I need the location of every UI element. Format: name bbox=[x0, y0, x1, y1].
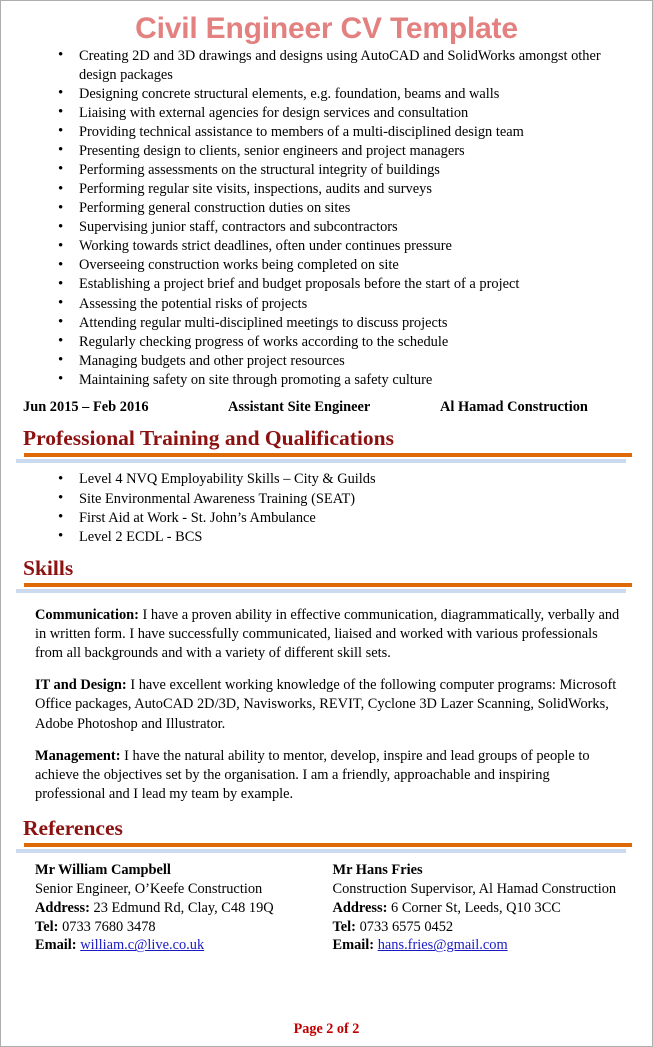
section-divider bbox=[13, 843, 640, 854]
reference-role: Senior Engineer, O’Keefe Construction bbox=[35, 881, 263, 898]
reference-address-line: Address: 6 Corner St, Leeds, Q10 3CC bbox=[333, 899, 631, 918]
job-company: Al Hamad Construction bbox=[440, 398, 588, 415]
section-divider bbox=[13, 453, 640, 464]
page-footer: Page 2 of 2 bbox=[293, 1021, 360, 1037]
address-label: Address: bbox=[35, 899, 90, 916]
list-item: Performing regular site visits, inspecti… bbox=[13, 180, 640, 200]
email-label: Email: bbox=[332, 937, 375, 954]
reference-name: Mr William Campbell bbox=[35, 862, 171, 879]
reference-entry: Mr Hans Fries Construction Supervisor, A… bbox=[333, 861, 631, 955]
divider-orange-rule bbox=[24, 582, 632, 587]
section-skills: Skills Communication: I have a proven ab… bbox=[13, 556, 640, 804]
list-item: Level 4 NVQ Employability Skills – City … bbox=[13, 470, 640, 490]
divider-orange-rule bbox=[24, 453, 632, 458]
list-item: Supervising junior staff, contractors an… bbox=[13, 218, 640, 238]
tel-label: Tel: bbox=[35, 918, 59, 935]
list-item: First Aid at Work - St. John’s Ambulance bbox=[13, 508, 640, 528]
list-item: Designing concrete structural elements, … bbox=[13, 84, 640, 104]
list-item: Site Environmental Awareness Training (S… bbox=[13, 489, 640, 509]
list-item: Overseeing construction works being comp… bbox=[13, 256, 640, 276]
tel-label: Tel: bbox=[332, 918, 356, 935]
divider-orange-rule bbox=[24, 843, 632, 848]
job-title: Assistant Site Engineer bbox=[228, 398, 371, 415]
page-inner: Civil Engineer CV Template Creating 2D a… bbox=[1, 12, 652, 1046]
reference-email-line: Email: hans.fries@gmail.com bbox=[333, 936, 631, 955]
reference-email-link[interactable]: hans.fries@gmail.com bbox=[378, 937, 508, 953]
skills-body: Communication: I have a proven ability i… bbox=[13, 593, 640, 804]
section-heading-references: References bbox=[23, 816, 123, 841]
reference-entry: Mr William Campbell Senior Engineer, O’K… bbox=[35, 861, 333, 955]
reference-tel: 0733 7680 3478 bbox=[62, 918, 156, 935]
email-label: Email: bbox=[35, 937, 77, 954]
reference-tel: 0733 6575 0452 bbox=[359, 918, 454, 935]
skill-paragraph: IT and Design: I have excellent working … bbox=[13, 676, 640, 733]
section-heading-skills: Skills bbox=[23, 555, 74, 580]
reference-tel-line: Tel: 0733 7680 3478 bbox=[35, 918, 333, 937]
duties-list: Creating 2D and 3D drawings and designs … bbox=[13, 46, 640, 390]
list-item: Managing budgets and other project resou… bbox=[13, 351, 640, 371]
reference-address: 6 Corner St, Leeds, Q10 3CC bbox=[391, 899, 561, 916]
list-item: Assessing the potential risks of project… bbox=[13, 294, 640, 314]
reference-email-line: Email: william.c@live.co.uk bbox=[35, 936, 333, 955]
skill-paragraph: Management: I have the natural ability t… bbox=[13, 747, 640, 804]
job-entry-row: Jun 2015 – Feb 2016 Assistant Site Engin… bbox=[13, 398, 640, 417]
section-training: Professional Training and Qualifications… bbox=[13, 426, 640, 547]
list-item: Liaising with external agencies for desi… bbox=[13, 103, 640, 123]
section-divider bbox=[13, 582, 640, 593]
list-item: Performing general construction duties o… bbox=[13, 199, 640, 219]
list-item: Attending regular multi-disciplined meet… bbox=[13, 313, 640, 333]
list-item: Creating 2D and 3D drawings and designs … bbox=[13, 46, 640, 85]
reference-address-line: Address: 23 Edmund Rd, Clay, C48 19Q bbox=[35, 899, 333, 918]
list-item: Regularly checking progress of works acc… bbox=[13, 332, 640, 352]
references-grid: Mr William Campbell Senior Engineer, O’K… bbox=[13, 853, 640, 955]
job-dates: Jun 2015 – Feb 2016 bbox=[23, 398, 149, 415]
skill-paragraph: Communication: I have a proven ability i… bbox=[13, 606, 640, 663]
reference-role: Construction Supervisor, Al Hamad Constr… bbox=[332, 881, 617, 898]
list-item: Working towards strict deadlines, often … bbox=[13, 237, 640, 257]
page-title: Civil Engineer CV Template bbox=[135, 12, 518, 45]
address-label: Address: bbox=[332, 899, 388, 916]
reference-email-link[interactable]: william.c@live.co.uk bbox=[80, 937, 204, 953]
training-list: Level 4 NVQ Employability Skills – City … bbox=[13, 470, 640, 547]
reference-name: Mr Hans Fries bbox=[332, 862, 423, 879]
section-references: References Mr William Campbell Senior En… bbox=[13, 816, 640, 955]
list-item: Providing technical assistance to member… bbox=[13, 122, 640, 142]
list-item: Performing assessments on the structural… bbox=[13, 160, 640, 180]
list-item: Presenting design to clients, senior eng… bbox=[13, 141, 640, 161]
list-item: Maintaining safety on site through promo… bbox=[13, 370, 640, 390]
list-item: Establishing a project brief and budget … bbox=[13, 275, 640, 295]
reference-address: 23 Edmund Rd, Clay, C48 19Q bbox=[93, 899, 274, 916]
training-body: Level 4 NVQ Employability Skills – City … bbox=[13, 463, 640, 547]
skill-label: Communication: bbox=[35, 606, 139, 623]
skill-label: IT and Design: bbox=[35, 677, 127, 694]
section-heading-training: Professional Training and Qualifications bbox=[23, 426, 394, 451]
skill-label: Management: bbox=[35, 747, 121, 764]
list-item: Level 2 ECDL - BCS bbox=[13, 527, 640, 547]
cv-page: Civil Engineer CV Template Creating 2D a… bbox=[0, 0, 653, 1047]
reference-tel-line: Tel: 0733 6575 0452 bbox=[333, 918, 631, 937]
